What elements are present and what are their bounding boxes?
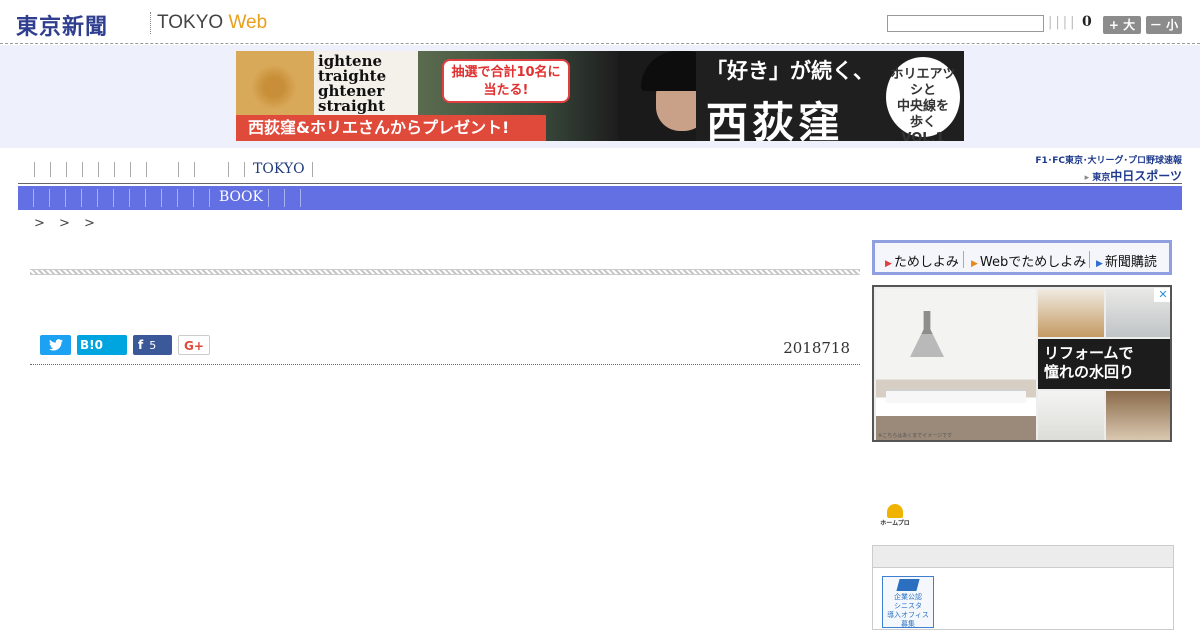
nav-divider [244, 162, 245, 177]
nav-divider [34, 162, 35, 177]
logo-tokyo-text: TOKYO [157, 12, 229, 33]
nav-divider [146, 162, 147, 177]
range-hood [910, 311, 944, 357]
ad-kitchen-image [876, 289, 1036, 440]
nav-divider [145, 189, 146, 207]
facebook-icon: f [138, 338, 144, 352]
share-hatena-button[interactable]: B!0 [77, 335, 127, 355]
font-size-decrease-button[interactable]: － 小 [1146, 16, 1182, 34]
web-trial-read-link[interactable]: ▶ Webでためしよみ [971, 251, 1086, 270]
divider [963, 251, 964, 268]
counter-value: 0 [1082, 14, 1092, 30]
sidebar-box: 企業公認 シニスタ 導入オフィス 募集 [872, 545, 1174, 630]
ad-tile-image [1038, 289, 1104, 337]
sidebar-ad[interactable]: リフォームで 憧れの水回り ⓘ ✕ ※こちらはあくまでイメージです [872, 285, 1172, 442]
ad-present-strip: 西荻窪&ホリエさんからプレゼント! [236, 115, 546, 141]
badge-text: 企業公認 シニスタ 導入オフィス 募集 [887, 593, 929, 628]
ad-tile-image [1106, 391, 1170, 440]
nav-divider [49, 189, 50, 207]
nav-divider [130, 162, 131, 177]
subscribe-label: 新聞購読 [1104, 255, 1157, 270]
twitter-icon [48, 339, 63, 351]
sports-link-title: ▸ 東京中日スポーツ [1020, 167, 1182, 184]
share-facebook-button[interactable]: f5 [133, 335, 172, 355]
homepro-label: ホームプロ [880, 520, 910, 527]
nav-divider [177, 189, 178, 207]
share-twitter-button[interactable] [40, 335, 71, 355]
nav-divider [33, 189, 34, 207]
nav-divider [81, 189, 82, 207]
homepro-icon [887, 504, 903, 518]
nav-divider [65, 189, 66, 207]
chunichi-sports-link[interactable]: F1･FC東京･大リーグ･プロ野球速報 ▸ 東京中日スポーツ [1020, 153, 1182, 184]
nav-item-book[interactable]: BOOK [219, 189, 263, 205]
nav-divider [193, 189, 194, 207]
nav-divider [228, 162, 229, 177]
header-link-dividers: |||| [1048, 15, 1078, 30]
primary-nav: TOKYO [18, 158, 1182, 184]
sports-link-subtitle: F1･FC東京･大リーグ･プロ野球速報 [1035, 156, 1182, 166]
search-input[interactable] [887, 15, 1044, 32]
ad-headline: 西荻窪 [706, 98, 845, 141]
sports-link-main: 中日スポーツ [1110, 169, 1182, 183]
ad-banner[interactable]: ightene traighte ghtener straight 抽選で合計1… [236, 51, 964, 141]
nav-divider [98, 162, 99, 177]
nav-divider [178, 162, 179, 177]
ad-tile-image [1038, 391, 1104, 440]
share-google-plus-button[interactable]: G+ [178, 335, 210, 355]
trial-read-link[interactable]: ▶ ためしよみ [885, 251, 959, 270]
triangle-right-icon: ▶ [971, 259, 978, 269]
nav-divider [66, 162, 67, 177]
logo-web-text: Web [228, 12, 268, 33]
ad-spice-image [236, 51, 314, 123]
article-date: 2018718 [783, 339, 850, 357]
sports-link-prefix: 東京 [1092, 173, 1111, 183]
nav-divider [300, 189, 301, 207]
badge-icon [896, 579, 920, 591]
secondary-nav: BOOK [18, 186, 1182, 210]
nav-divider [129, 189, 130, 207]
article-header-rule [30, 364, 860, 365]
breadcrumb[interactable]: > > > [34, 216, 95, 231]
sidebar-box-header [873, 546, 1173, 568]
facebook-share-count: 5 [149, 339, 157, 352]
ad-series-badge: ホリエアツシと 中央線を 歩く VOL.1 [886, 57, 960, 141]
ad-campaign-bubble: 抽選で合計10名に 当たる! [442, 59, 570, 103]
site-header: 東京新聞 TOKYO Web |||| 0 + 大 － 小 [0, 0, 1200, 44]
nav-divider [312, 162, 313, 177]
nav-divider [194, 162, 195, 177]
ad-band: ightene traighte ghtener straight 抽選で合計1… [0, 45, 1200, 148]
divider [1089, 251, 1090, 268]
nav-divider [114, 162, 115, 177]
nav-divider [113, 189, 114, 207]
triangle-right-icon: ▶ [885, 259, 892, 269]
nav-divider [50, 162, 51, 177]
homepro-logo[interactable]: ホームプロ [880, 504, 910, 528]
site-logo[interactable]: 東京新聞 [16, 9, 108, 41]
site-logo-tokyo-web[interactable]: TOKYO Web [157, 12, 267, 34]
ad-disclaimer: ※こちらはあくまでイメージです [878, 433, 953, 439]
article-title-rule [30, 269, 860, 275]
nav-divider [97, 189, 98, 207]
ad-words-image: ightene traighte ghtener straight [314, 51, 418, 123]
nav-divider [161, 189, 162, 207]
ad-caption: リフォームで 憧れの水回り [1038, 339, 1170, 389]
nav-divider [284, 189, 285, 207]
logo-divider [150, 12, 151, 34]
kitchen-counter [886, 389, 1026, 403]
triangle-right-icon: ▶ [1096, 259, 1103, 269]
nav-divider [82, 162, 83, 177]
trial-read-label: ためしよみ [893, 255, 959, 270]
nav-divider [209, 189, 210, 207]
ad-close-icon[interactable]: ✕ [1156, 288, 1170, 302]
subscribe-link[interactable]: ▶ 新聞購読 [1096, 251, 1157, 270]
trial-read-box: ▶ ためしよみ ▶ Webでためしよみ ▶ 新聞購読 [872, 240, 1172, 275]
office-recruit-badge[interactable]: 企業公認 シニスタ 導入オフィス 募集 [882, 576, 934, 628]
ad-tagline: 「好き」が続く、 [706, 59, 874, 83]
web-trial-read-label: Webでためしよみ [979, 255, 1087, 270]
nav-divider [268, 189, 269, 207]
font-size-increase-button[interactable]: + 大 [1103, 16, 1141, 34]
nav-item-tokyo[interactable]: TOKYO [253, 161, 305, 177]
